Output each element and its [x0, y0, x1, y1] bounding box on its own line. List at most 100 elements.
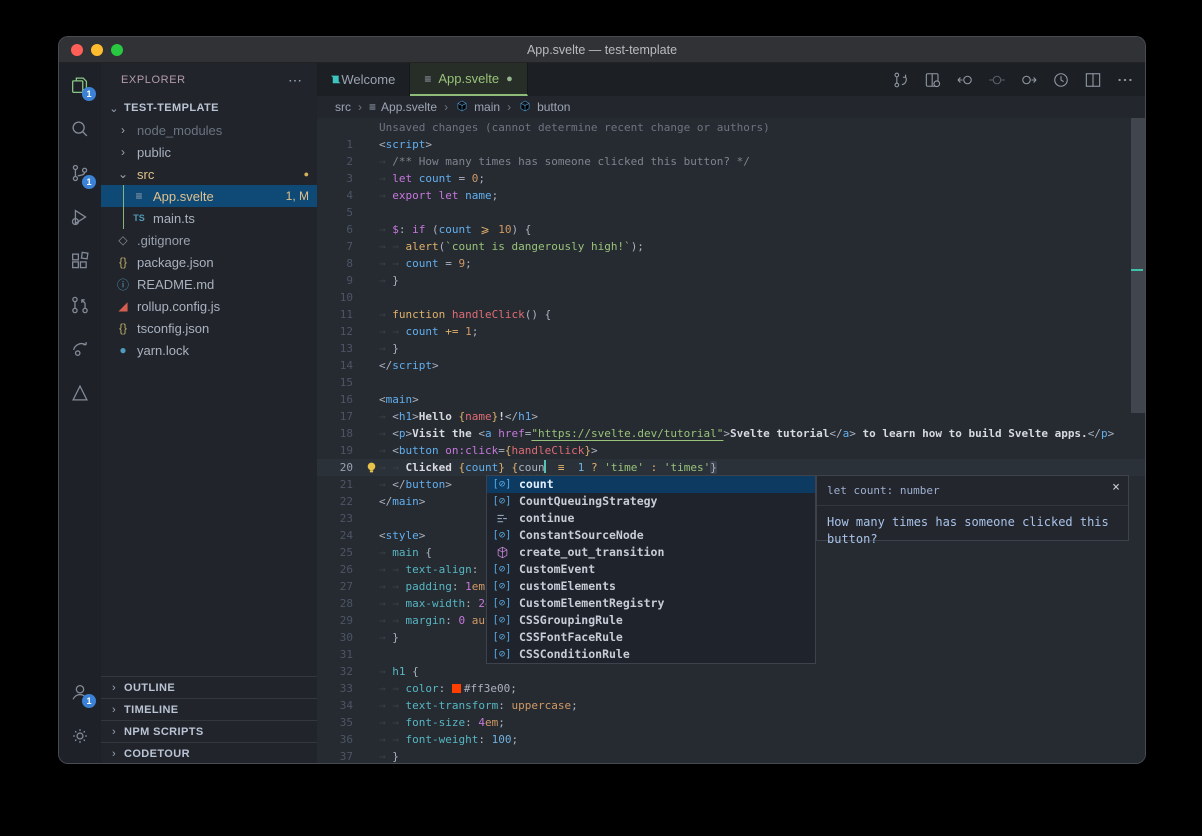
- suggestion-label: CSSFontFaceRule: [519, 629, 623, 646]
- suggestion-create_out_transition[interactable]: create_out_transition: [487, 544, 815, 561]
- suggestion-customElements[interactable]: [⊘]customElements: [487, 578, 815, 595]
- activity-explorer[interactable]: 1: [59, 63, 101, 107]
- json-file-icon: {}: [115, 255, 131, 269]
- code-line: 32→ h1 {: [317, 663, 1145, 680]
- suggestion-ConstantSourceNode[interactable]: [⊘]ConstantSourceNode: [487, 527, 815, 544]
- symbol-cube-icon: [518, 99, 532, 116]
- activity-extensions[interactable]: [59, 239, 101, 283]
- activity-run-debug[interactable]: [59, 195, 101, 239]
- chevron-right-icon: ›: [115, 123, 131, 137]
- suggestion-count[interactable]: [⊘]count: [487, 476, 815, 493]
- minimize-window-button[interactable]: [91, 44, 103, 56]
- suggestion-CSSGroupingRule[interactable]: [⊘]CSSGroupingRule: [487, 612, 815, 629]
- line-content: → → padding: 1em;: [379, 578, 492, 595]
- breadcrumb-separator: ›: [507, 100, 511, 114]
- activity-search[interactable]: [59, 107, 101, 151]
- activity-accounts[interactable]: 1: [59, 670, 101, 714]
- line-content: → }: [379, 272, 399, 289]
- breadcrumb-label: src: [335, 100, 351, 114]
- file-item-README.md[interactable]: ⓘREADME.md: [101, 273, 317, 295]
- suggestion-label: CustomEvent: [519, 561, 595, 578]
- variable-bracket-icon: [⊘]: [491, 578, 513, 595]
- yarn-file-icon: ●: [115, 343, 131, 357]
- suggestion-CountQueuingStrategy[interactable]: [⊘]CountQueuingStrategy: [487, 493, 815, 510]
- line-content: → → text-transform: uppercase;: [379, 697, 578, 714]
- breadcrumb-button[interactable]: button: [518, 99, 570, 116]
- section-codetour[interactable]: ›CODETOUR: [101, 742, 317, 764]
- activity-live-share[interactable]: [59, 327, 101, 371]
- activity-github-pull-requests[interactable]: [59, 283, 101, 327]
- line-number: 37: [317, 748, 353, 764]
- indent-guide: [123, 185, 124, 207]
- sidebar-more-actions-icon[interactable]: ⋯: [288, 72, 303, 89]
- file-item-App.svelte[interactable]: ≡App.svelte1, M: [101, 185, 317, 207]
- file-name: package.json: [137, 255, 214, 270]
- code-editor[interactable]: [⊘]count[⊘]CountQueuingStrategycontinue[…: [317, 118, 1145, 764]
- file-item-rollup.config.js[interactable]: ◢rollup.config.js: [101, 295, 317, 317]
- json-file-icon: {}: [115, 321, 131, 335]
- file-item-tsconfig.json[interactable]: {}tsconfig.json: [101, 317, 317, 339]
- line-content: → → font-size: 4em;: [379, 714, 505, 731]
- line-number: 13: [317, 340, 353, 357]
- lightbulb-icon[interactable]: [365, 461, 378, 474]
- toolbar-gitlens-compare[interactable]: [887, 67, 915, 93]
- suggestion-CustomElementRegistry[interactable]: [⊘]CustomElementRegistry: [487, 595, 815, 612]
- file-status-badge: 1, M: [286, 189, 309, 203]
- breadcrumb-main[interactable]: main: [455, 99, 500, 116]
- close-icon[interactable]: ×: [1112, 479, 1120, 496]
- close-window-button[interactable]: [71, 44, 83, 56]
- activity-settings[interactable]: [59, 714, 101, 758]
- activity-source-control[interactable]: 1: [59, 151, 101, 195]
- line-number: 5: [317, 204, 353, 221]
- file-item-yarn.lock[interactable]: ●yarn.lock: [101, 339, 317, 361]
- tab-app-svelte[interactable]: ≡App.svelte●: [410, 63, 527, 96]
- title-bar[interactable]: App.svelte — test-template: [59, 37, 1145, 63]
- code-line: 14</script>: [317, 357, 1145, 374]
- activity-azure[interactable]: [59, 371, 101, 415]
- line-content: → h1 {: [379, 663, 419, 680]
- suggestion-label: CSSConditionRule: [519, 646, 630, 663]
- line-content: Unsaved changes (cannot determine recent…: [379, 119, 770, 136]
- tab-label: Welcome: [341, 72, 395, 87]
- debug-icon: [69, 206, 91, 228]
- line-number: 25: [317, 544, 353, 561]
- file-item-.gitignore[interactable]: ◇.gitignore: [101, 229, 317, 251]
- svelte-file-icon: ≡: [369, 100, 376, 114]
- autocomplete-popup: [⊘]count[⊘]CountQueuingStrategycontinue[…: [486, 475, 816, 664]
- file-item-package.json[interactable]: {} package.json: [101, 251, 317, 273]
- editor-area: ◥◣Welcome≡App.svelte● src›≡App.svelte›ma…: [317, 63, 1145, 764]
- file-item-node_modules[interactable]: ›node_modules: [101, 119, 317, 141]
- compare-icon: [891, 70, 911, 90]
- tab-label: App.svelte: [438, 71, 499, 86]
- file-item-public[interactable]: ›public: [101, 141, 317, 163]
- line-number: 8: [317, 255, 353, 272]
- section-npm-scripts[interactable]: ›NPM SCRIPTS: [101, 720, 317, 742]
- section-outline[interactable]: ›OUTLINE: [101, 676, 317, 698]
- suggestion-continue[interactable]: continue: [487, 510, 815, 527]
- svelte-file-icon: ≡: [131, 189, 147, 203]
- maximize-window-button[interactable]: [111, 44, 123, 56]
- code-line: Unsaved changes (cannot determine recent…: [317, 119, 1145, 136]
- toolbar-previous-change[interactable]: [951, 67, 979, 93]
- tab-welcome[interactable]: ◥◣ Welcome: [317, 63, 410, 96]
- vscode-icon: ◥◣: [331, 74, 334, 85]
- breadcrumb-src[interactable]: src: [335, 100, 351, 114]
- toolbar-change[interactable]: [983, 67, 1011, 93]
- file-item-src[interactable]: ⌄src●: [101, 163, 317, 185]
- tab-bar: ◥◣ Welcome ≡App.svelte●: [317, 63, 1145, 96]
- toolbar-more-actions[interactable]: [1111, 67, 1139, 93]
- toolbar-split-editor[interactable]: [1079, 67, 1107, 93]
- toolbar-file-history[interactable]: [1047, 67, 1075, 93]
- chevron-down-icon: ⌄: [115, 167, 131, 181]
- breadcrumb-App.svelte[interactable]: ≡App.svelte: [369, 100, 437, 114]
- workspace-section-header[interactable]: ⌄ TEST-TEMPLATE: [101, 97, 317, 119]
- file-item-main.ts[interactable]: TSmain.ts: [101, 207, 317, 229]
- suggestion-CSSConditionRule[interactable]: [⊘]CSSConditionRule: [487, 646, 815, 663]
- line-number: 30: [317, 629, 353, 646]
- section-timeline[interactable]: ›TIMELINE: [101, 698, 317, 720]
- suggestion-CustomEvent[interactable]: [⊘]CustomEvent: [487, 561, 815, 578]
- toolbar-open-preview[interactable]: [919, 67, 947, 93]
- suggestion-details-panel: let count: number How many times has som…: [816, 475, 1129, 541]
- toolbar-next-change[interactable]: [1015, 67, 1043, 93]
- suggestion-CSSFontFaceRule[interactable]: [⊘]CSSFontFaceRule: [487, 629, 815, 646]
